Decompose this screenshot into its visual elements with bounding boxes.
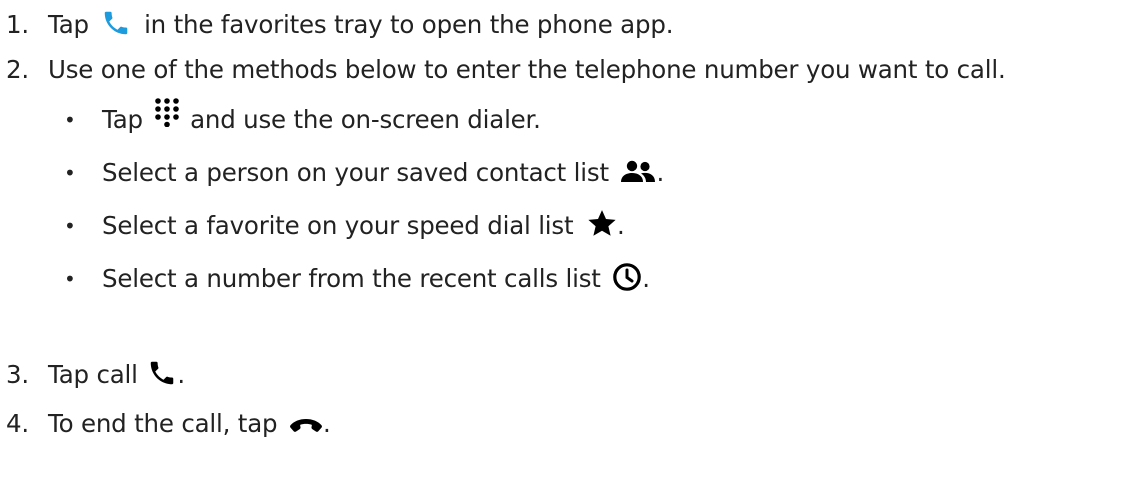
bullet-glyph: •: [64, 214, 76, 238]
clock-icon: [612, 262, 642, 292]
star-icon: [587, 209, 617, 238]
dialpad-icon: [154, 97, 180, 127]
bullet-glyph: •: [64, 267, 76, 291]
step-text: Tap: [48, 10, 89, 39]
bullet-text: Select a favorite on your speed dial lis…: [102, 211, 574, 240]
step-text: To end the call, tap: [48, 409, 278, 438]
bullet-text: .: [642, 264, 650, 293]
phone-blue-icon: [100, 8, 132, 38]
phone-call-icon: [147, 358, 177, 388]
step-number: 2.: [6, 55, 29, 84]
bullet-glyph: •: [64, 108, 76, 132]
step-number: 1.: [6, 10, 29, 39]
bullet-text: Select a person on your saved contact li…: [102, 158, 609, 187]
step-text: Tap call: [48, 360, 138, 389]
bullet-text: .: [656, 158, 665, 187]
bullet-text: .: [616, 211, 625, 240]
bullet-text: Tap: [102, 105, 143, 134]
bullet-text: and use the on-screen dialer.: [190, 105, 541, 134]
step-number: 3.: [6, 360, 29, 389]
contacts-icon: [620, 160, 656, 184]
step-number: 4.: [6, 409, 29, 438]
bullet-text: Select a number from the recent calls li…: [102, 264, 601, 293]
end-call-icon: [289, 416, 323, 436]
step-text: Use one of the methods below to enter th…: [48, 55, 1006, 84]
step-3: 3. Tap call .: [6, 360, 185, 390]
step-text: in the favorites tray to open the phone …: [144, 10, 674, 39]
step-1: 1. Tap in the favorites tray to open the …: [6, 10, 673, 40]
step-text: .: [177, 360, 185, 389]
step-4: 4. To end the call, tap .: [6, 409, 331, 439]
step-text: .: [322, 409, 331, 438]
bullet-glyph: •: [64, 161, 76, 185]
step-2: 2. Use one of the methods below to enter …: [6, 55, 1006, 85]
